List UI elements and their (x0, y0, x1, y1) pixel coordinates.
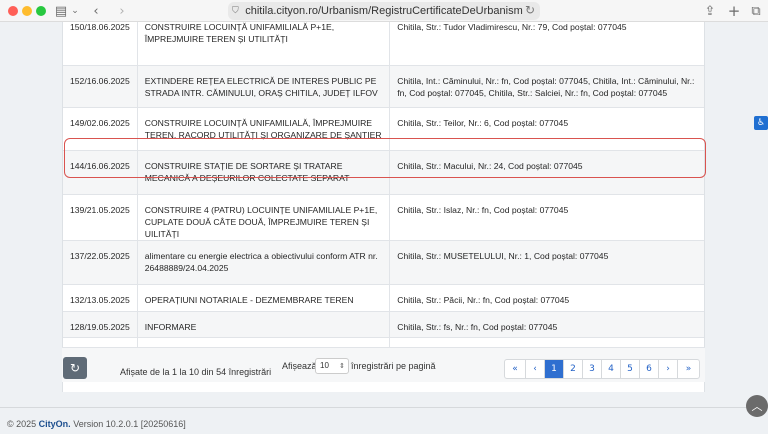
cell-object: OPERAȚIUNI NOTARIALE - DEZMEMBRARE TEREN (137, 284, 391, 312)
cell-object: alimentare cu energie electrica a obiect… (137, 240, 391, 285)
cell-number: 150/18.06.2025 (63, 22, 138, 66)
table-row[interactable]: 137/22.05.2025 alimentare cu energie ele… (63, 240, 704, 285)
page-button-1[interactable]: 1 (545, 360, 564, 378)
cell-address: Chitila, Str.: MUSETELULUI, Nr.: 1, Cod … (389, 240, 704, 285)
next-page-button[interactable]: › (659, 360, 678, 378)
forward-icon[interactable]: › (116, 2, 128, 20)
cell-address: Chitila, Str.: Tudor Vladimirescu, Nr.: … (389, 22, 704, 66)
first-page-button[interactable]: « (505, 360, 526, 378)
sidebar-toggle-icon[interactable]: ▤ (54, 2, 68, 20)
cell-number: 132/13.05.2025 (63, 284, 138, 312)
registry-panel: 150/18.06.2025 CONSTRUIRE LOCUINȚĂ UNIFA… (62, 22, 705, 392)
cell-object: CONSTRUIRE STAȚIE DE SORTARE ȘI TRATARE … (137, 150, 391, 195)
zoom-window-button[interactable] (36, 6, 46, 16)
cell-number: 149/02.06.2025 (63, 107, 138, 151)
cell-number: 152/16.06.2025 (63, 65, 138, 108)
perpage-select[interactable]: 10 ⇕ (315, 358, 349, 374)
chevron-down-icon[interactable]: ⌄ (70, 2, 80, 20)
records-info: Afișate de la 1 la 10 din 54 înregistrăr… (120, 367, 272, 377)
chevron-up-icon[interactable]: ︿ (746, 395, 768, 417)
page-button-3[interactable]: 3 (583, 360, 602, 378)
site-footer: © 2025 CityOn. Version 10.2.0.1 [2025061… (7, 419, 186, 429)
share-icon[interactable]: ⇪ (703, 2, 717, 20)
cell-number: 139/21.05.2025 (63, 194, 138, 241)
table-row[interactable]: 128/19.05.2025 INFORMARE Chitila, Str.: … (63, 311, 704, 338)
registry-table: 150/18.06.2025 CONSTRUIRE LOCUINȚĂ UNIFA… (63, 22, 704, 364)
cell-number: 128/19.05.2025 (63, 311, 138, 338)
select-arrows-icon: ⇕ (339, 362, 345, 370)
cell-address: Chitila, Str.: Islaz, Nr.: fn, Cod poșta… (389, 194, 704, 241)
cell-address: Chitila, Str.: fs, Nr.: fn, Cod poștal: … (389, 311, 704, 338)
table-row[interactable]: 150/18.06.2025 CONSTRUIRE LOCUINȚĂ UNIFA… (63, 22, 704, 66)
page-button-5[interactable]: 5 (621, 360, 640, 378)
accessibility-icon[interactable]: ♿ (754, 116, 768, 130)
browser-toolbar: ▤ ⌄ ‹ › ⛉ chitila.cityon.ro/Urbanism/Reg… (0, 0, 768, 22)
table-row[interactable]: 149/02.06.2025 CONSTRUIRE LOCUINȚĂ UNIFA… (63, 107, 704, 151)
table-row[interactable]: 152/16.06.2025 EXTINDERE REȚEA ELECTRICĂ… (63, 65, 704, 108)
reload-icon[interactable]: ↻ (525, 3, 535, 17)
page-button-6[interactable]: 6 (640, 360, 659, 378)
url-text: chitila.cityon.ro/Urbanism/RegistruCerti… (245, 5, 523, 17)
refresh-icon[interactable]: ↻ (63, 357, 87, 379)
last-page-button[interactable]: » (678, 360, 699, 378)
back-icon[interactable]: ‹ (90, 2, 102, 20)
table-row-highlighted[interactable]: 144/16.06.2025 CONSTRUIRE STAȚIE DE SORT… (63, 150, 704, 195)
cell-address: Chitila, Int.: Căminului, Nr.: fn, Cod p… (389, 65, 704, 108)
close-window-button[interactable] (8, 6, 18, 16)
tab-overview-icon[interactable]: ⧉ (749, 2, 763, 20)
page-button-4[interactable]: 4 (602, 360, 621, 378)
cell-number: 137/22.05.2025 (63, 240, 138, 285)
cell-address: Chitila, Str.: Păcii, Nr.: fn, Cod poșta… (389, 284, 704, 312)
table-row[interactable]: 139/21.05.2025 CONSTRUIRE 4 (PATRU) LOCU… (63, 194, 704, 241)
cell-object: CONSTRUIRE 4 (PATRU) LOCUINȚE UNIFAMILIA… (137, 194, 391, 241)
cell-object: CONSTRUIRE LOCUINȚĂ UNIFAMILIALĂ P+1E, Î… (137, 22, 391, 66)
perpage-label: Afișează (282, 361, 317, 371)
divider (0, 407, 768, 408)
prev-page-button[interactable]: ‹ (526, 360, 545, 378)
cell-object: EXTINDERE REȚEA ELECTRICĂ DE INTERES PUB… (137, 65, 391, 108)
copyright-text: © 2025 (7, 419, 37, 429)
brand-name: CityOn. (38, 419, 71, 429)
cell-address: Chitila, Str.: Teilor, Nr.: 6, Cod poșta… (389, 107, 704, 151)
new-tab-icon[interactable]: + (727, 2, 741, 20)
cell-object: CONSTRUIRE LOCUINȚĂ UNIFAMILIALĂ, ÎMPREJ… (137, 107, 391, 151)
perpage-suffix: înregistrări pe pagină (351, 361, 436, 371)
page-button-2[interactable]: 2 (564, 360, 583, 378)
address-bar[interactable]: ⛉ chitila.cityon.ro/Urbanism/RegistruCer… (228, 2, 540, 20)
cell-number: 144/16.06.2025 (63, 150, 138, 195)
cell-object: INFORMARE (137, 311, 391, 338)
table-row[interactable]: 132/13.05.2025 OPERAȚIUNI NOTARIALE - DE… (63, 284, 704, 312)
version-text: Version 10.2.0.1 [20250616] (73, 419, 186, 429)
minimize-window-button[interactable] (22, 6, 32, 16)
cell-address: Chitila, Str.: Macului, Nr.: 24, Cod poș… (389, 150, 704, 195)
security-icon: ⛉ (232, 5, 239, 15)
perpage-value: 10 (320, 361, 329, 370)
pagination: « ‹ 1 2 3 4 5 6 › » (504, 359, 700, 379)
